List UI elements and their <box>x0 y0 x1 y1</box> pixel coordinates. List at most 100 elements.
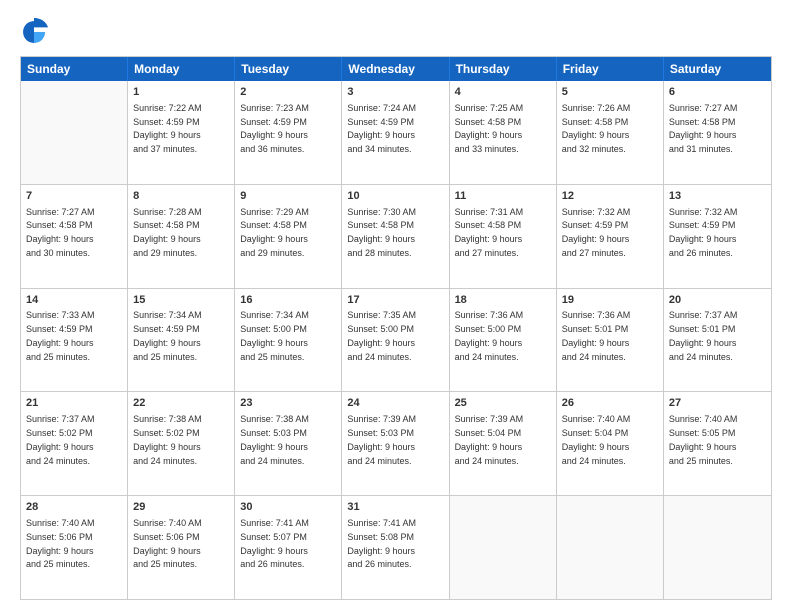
header <box>20 18 772 46</box>
calendar-cell: 28Sunrise: 7:40 AMSunset: 5:06 PMDayligh… <box>21 496 128 599</box>
calendar-cell: 6Sunrise: 7:27 AMSunset: 4:58 PMDaylight… <box>664 81 771 184</box>
cell-info: Sunrise: 7:23 AMSunset: 4:59 PMDaylight:… <box>240 103 309 154</box>
calendar-cell: 22 Sunrise: 7:38 AMSunset: 5:02 PMDayligh… <box>128 392 235 495</box>
day-number: 28 <box>26 500 122 515</box>
calendar-cell: 24 Sunrise: 7:39 AMSunset: 5:03 PMDayligh… <box>342 392 449 495</box>
calendar-cell: 27Sunrise: 7:40 AMSunset: 5:05 PMDayligh… <box>664 392 771 495</box>
day-number: 13 <box>669 189 766 204</box>
cell-info: Sunrise: 7:25 AMSunset: 4:58 PMDaylight:… <box>455 103 524 154</box>
day-number: 15 <box>133 293 229 308</box>
calendar-cell <box>557 496 664 599</box>
calendar-cell: 21 Sunrise: 7:37 AMSunset: 5:02 PMDayligh… <box>21 392 128 495</box>
logo <box>20 18 52 46</box>
calendar-cell: 1 Sunrise: 7:22 AMSunset: 4:59 PMDaylight… <box>128 81 235 184</box>
calendar-row: 28 Sunrise: 7:40 AMSunset: 5:06 PMDayligh… <box>21 495 771 599</box>
logo-icon <box>20 18 48 46</box>
day-number: 17 <box>347 293 443 308</box>
cell-info: Sunrise: 7:39 AMSunset: 5:03 PMDaylight:… <box>347 414 416 465</box>
calendar-row: 21 Sunrise: 7:37 AMSunset: 5:02 PMDayligh… <box>21 391 771 495</box>
cell-info: Sunrise: 7:31 AMSunset: 4:58 PMDaylight:… <box>455 207 524 258</box>
cell-info: Sunrise: 7:22 AMSunset: 4:59 PMDaylight:… <box>133 103 202 154</box>
calendar-cell: 25 Sunrise: 7:39 AMSunset: 5:04 PMDayligh… <box>450 392 557 495</box>
cell-info: Sunrise: 7:28 AMSunset: 4:58 PMDaylight:… <box>133 207 202 258</box>
calendar-cell: 18 Sunrise: 7:36 AMSunset: 5:00 PMDayligh… <box>450 289 557 392</box>
cell-info: Sunrise: 7:27 AMSunset: 4:58 PMDaylight:… <box>669 103 738 154</box>
day-number: 4 <box>455 85 551 100</box>
cell-info: Sunrise: 7:34 AMSunset: 4:59 PMDaylight:… <box>133 310 202 361</box>
calendar-cell: 30 Sunrise: 7:41 AMSunset: 5:07 PMDayligh… <box>235 496 342 599</box>
calendar-cell: 15 Sunrise: 7:34 AMSunset: 4:59 PMDayligh… <box>128 289 235 392</box>
cell-info: Sunrise: 7:37 AMSunset: 5:02 PMDaylight:… <box>26 414 95 465</box>
cell-info: Sunrise: 7:32 AMSunset: 4:59 PMDaylight:… <box>669 207 738 258</box>
calendar-cell: 11Sunrise: 7:31 AMSunset: 4:58 PMDayligh… <box>450 185 557 288</box>
calendar-cell: 5 Sunrise: 7:26 AMSunset: 4:58 PMDaylight… <box>557 81 664 184</box>
day-number: 24 <box>347 396 443 411</box>
page: SundayMondayTuesdayWednesdayThursdayFrid… <box>0 0 792 612</box>
day-number: 30 <box>240 500 336 515</box>
weekday-header: Friday <box>557 57 664 81</box>
weekday-header: Thursday <box>450 57 557 81</box>
day-number: 5 <box>562 85 658 100</box>
calendar-cell: 4 Sunrise: 7:25 AMSunset: 4:58 PMDaylight… <box>450 81 557 184</box>
cell-info: Sunrise: 7:40 AMSunset: 5:06 PMDaylight:… <box>133 518 202 569</box>
weekday-header: Saturday <box>664 57 771 81</box>
weekday-header: Tuesday <box>235 57 342 81</box>
cell-info: Sunrise: 7:38 AMSunset: 5:02 PMDaylight:… <box>133 414 202 465</box>
calendar-cell: 7Sunrise: 7:27 AMSunset: 4:58 PMDaylight… <box>21 185 128 288</box>
day-number: 3 <box>347 85 443 100</box>
calendar: SundayMondayTuesdayWednesdayThursdayFrid… <box>20 56 772 600</box>
cell-info: Sunrise: 7:29 AMSunset: 4:58 PMDaylight:… <box>240 207 309 258</box>
day-number: 1 <box>133 85 229 100</box>
day-number: 31 <box>347 500 443 515</box>
day-number: 10 <box>347 189 443 204</box>
day-number: 12 <box>562 189 658 204</box>
cell-info: Sunrise: 7:38 AMSunset: 5:03 PMDaylight:… <box>240 414 309 465</box>
day-number: 9 <box>240 189 336 204</box>
calendar-cell <box>21 81 128 184</box>
day-number: 26 <box>562 396 658 411</box>
calendar-cell: 17 Sunrise: 7:35 AMSunset: 5:00 PMDayligh… <box>342 289 449 392</box>
cell-info: Sunrise: 7:40 AMSunset: 5:04 PMDaylight:… <box>562 414 631 465</box>
calendar-body: 1 Sunrise: 7:22 AMSunset: 4:59 PMDaylight… <box>21 81 771 599</box>
calendar-row: 1 Sunrise: 7:22 AMSunset: 4:59 PMDaylight… <box>21 81 771 184</box>
day-number: 2 <box>240 85 336 100</box>
day-number: 23 <box>240 396 336 411</box>
cell-info: Sunrise: 7:41 AMSunset: 5:08 PMDaylight:… <box>347 518 416 569</box>
calendar-cell: 31 Sunrise: 7:41 AMSunset: 5:08 PMDayligh… <box>342 496 449 599</box>
cell-info: Sunrise: 7:24 AMSunset: 4:59 PMDaylight:… <box>347 103 416 154</box>
calendar-cell: 13 Sunrise: 7:32 AMSunset: 4:59 PMDayligh… <box>664 185 771 288</box>
cell-info: Sunrise: 7:41 AMSunset: 5:07 PMDaylight:… <box>240 518 309 569</box>
calendar-cell: 9 Sunrise: 7:29 AMSunset: 4:58 PMDaylight… <box>235 185 342 288</box>
cell-info: Sunrise: 7:26 AMSunset: 4:58 PMDaylight:… <box>562 103 631 154</box>
calendar-cell: 3 Sunrise: 7:24 AMSunset: 4:59 PMDaylight… <box>342 81 449 184</box>
cell-info: Sunrise: 7:36 AMSunset: 5:01 PMDaylight:… <box>562 310 631 361</box>
day-number: 29 <box>133 500 229 515</box>
calendar-cell: 20Sunrise: 7:37 AMSunset: 5:01 PMDayligh… <box>664 289 771 392</box>
day-number: 7 <box>26 189 122 204</box>
calendar-cell: 14Sunrise: 7:33 AMSunset: 4:59 PMDayligh… <box>21 289 128 392</box>
day-number: 21 <box>26 396 122 411</box>
calendar-cell: 19Sunrise: 7:36 AMSunset: 5:01 PMDayligh… <box>557 289 664 392</box>
calendar-cell <box>664 496 771 599</box>
weekday-header: Wednesday <box>342 57 449 81</box>
day-number: 8 <box>133 189 229 204</box>
calendar-header: SundayMondayTuesdayWednesdayThursdayFrid… <box>21 57 771 81</box>
cell-info: Sunrise: 7:34 AMSunset: 5:00 PMDaylight:… <box>240 310 309 361</box>
day-number: 20 <box>669 293 766 308</box>
cell-info: Sunrise: 7:36 AMSunset: 5:00 PMDaylight:… <box>455 310 524 361</box>
calendar-cell: 8 Sunrise: 7:28 AMSunset: 4:58 PMDaylight… <box>128 185 235 288</box>
cell-info: Sunrise: 7:39 AMSunset: 5:04 PMDaylight:… <box>455 414 524 465</box>
day-number: 18 <box>455 293 551 308</box>
calendar-cell <box>450 496 557 599</box>
day-number: 22 <box>133 396 229 411</box>
cell-info: Sunrise: 7:32 AMSunset: 4:59 PMDaylight:… <box>562 207 631 258</box>
calendar-cell: 12 Sunrise: 7:32 AMSunset: 4:59 PMDayligh… <box>557 185 664 288</box>
day-number: 14 <box>26 293 122 308</box>
cell-info: Sunrise: 7:35 AMSunset: 5:00 PMDaylight:… <box>347 310 416 361</box>
day-number: 16 <box>240 293 336 308</box>
day-number: 25 <box>455 396 551 411</box>
weekday-header: Monday <box>128 57 235 81</box>
cell-info: Sunrise: 7:40 AMSunset: 5:05 PMDaylight:… <box>669 414 738 465</box>
calendar-row: 7Sunrise: 7:27 AMSunset: 4:58 PMDaylight… <box>21 184 771 288</box>
calendar-cell: 23 Sunrise: 7:38 AMSunset: 5:03 PMDayligh… <box>235 392 342 495</box>
